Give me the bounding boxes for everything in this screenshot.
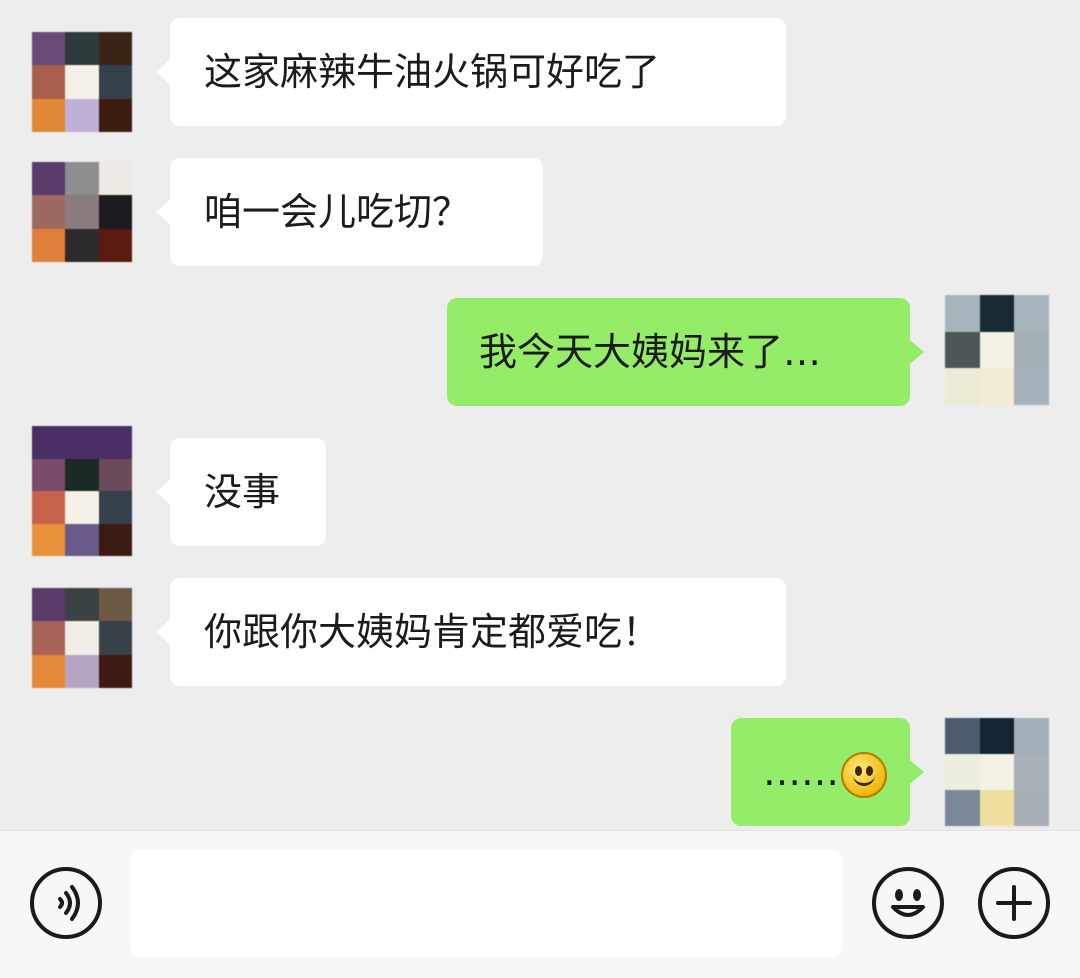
message-bubble[interactable]: …… [731,718,924,826]
emoji-button[interactable] [872,867,944,939]
message-bubble[interactable]: 这家麻辣牛油火锅可好吃了 [156,18,786,126]
message-text: 没事 [204,470,281,514]
add-button[interactable] [978,867,1050,939]
emoji-icon [891,889,925,917]
message-text: …… [763,750,839,794]
message-bubble[interactable]: 没事 [156,438,326,546]
message-text: 咱一会儿吃切？ [204,190,471,234]
message-text: 这家麻辣牛油火锅可好吃了 [204,50,661,94]
message-bubble[interactable]: 咱一会儿吃切？ [156,158,543,266]
message-text: 我今天大姨妈来了… [479,330,822,374]
avatar[interactable] [32,162,132,262]
message-bubble[interactable]: 你跟你大姨妈肯定都爱吃！ [156,578,786,686]
avatar[interactable] [945,718,1049,826]
message-bubble[interactable]: 我今天大姨妈来了… [447,298,924,406]
avatar[interactable] [32,32,132,132]
voice-button[interactable] [30,867,102,939]
message-input[interactable] [130,849,842,957]
smile-emoji [841,751,887,798]
input-toolbar [0,830,1080,978]
avatar[interactable] [32,588,132,688]
avatar[interactable] [945,295,1049,405]
avatar[interactable] [32,426,132,556]
voice-icon [58,885,80,921]
plus-icon [996,885,1032,921]
chat-area: 这家麻辣牛油火锅可好吃了 咱一会儿吃切？ 我今天大姨妈来了… 没事 你跟你大姨妈… [0,0,1080,830]
message-text: 你跟你大姨妈肯定都爱吃！ [204,610,661,654]
